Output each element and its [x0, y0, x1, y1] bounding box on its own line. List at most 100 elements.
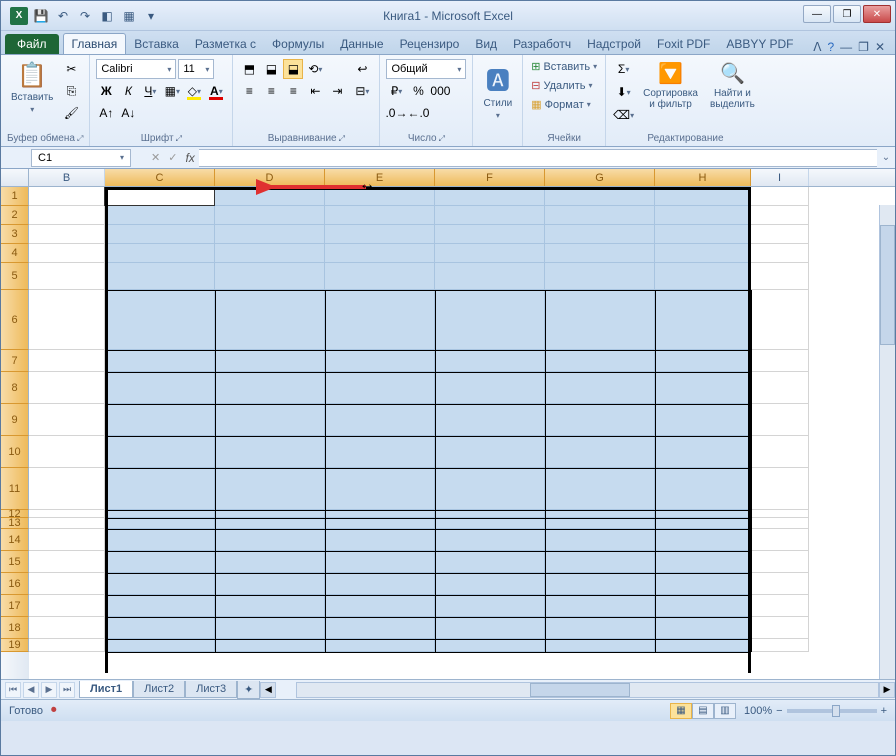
zoom-level[interactable]: 100%: [744, 705, 772, 717]
cell[interactable]: [105, 206, 215, 225]
align-center-icon[interactable]: ≡: [261, 81, 281, 101]
cell[interactable]: [325, 372, 435, 404]
horizontal-scrollbar[interactable]: [296, 682, 879, 698]
cell[interactable]: [435, 617, 545, 639]
cell[interactable]: [435, 404, 545, 436]
cell[interactable]: [325, 468, 435, 510]
cell[interactable]: [751, 468, 809, 510]
align-right-icon[interactable]: ≡: [283, 81, 303, 101]
cell[interactable]: [325, 404, 435, 436]
cell[interactable]: [655, 436, 751, 468]
cell[interactable]: [29, 518, 105, 529]
expand-formula-bar-icon[interactable]: ⌄: [877, 152, 895, 163]
cell[interactable]: [105, 244, 215, 263]
number-format-combo[interactable]: Общий▾: [386, 59, 466, 79]
merge-icon[interactable]: ⊟▾: [351, 81, 373, 101]
cell[interactable]: [29, 529, 105, 551]
cell[interactable]: [105, 187, 215, 206]
autosum-icon[interactable]: Σ▾: [612, 59, 635, 79]
cell[interactable]: [435, 187, 545, 206]
cell[interactable]: [325, 573, 435, 595]
fx-icon[interactable]: fx: [185, 151, 194, 165]
italic-button[interactable]: К: [118, 81, 138, 101]
cell[interactable]: [435, 263, 545, 290]
cell[interactable]: [215, 617, 325, 639]
row-header-18[interactable]: 18: [1, 617, 29, 639]
percent-icon[interactable]: %: [408, 81, 428, 101]
cell[interactable]: [435, 639, 545, 652]
cell[interactable]: [545, 529, 655, 551]
help-icon[interactable]: ?: [827, 40, 834, 54]
clear-icon[interactable]: ⌫▾: [612, 105, 635, 125]
cell[interactable]: [105, 436, 215, 468]
cell[interactable]: [655, 290, 751, 350]
cell[interactable]: [751, 595, 809, 617]
vertical-scrollbar[interactable]: [879, 205, 895, 679]
cell[interactable]: [29, 187, 105, 206]
cell[interactable]: [751, 404, 809, 436]
cell[interactable]: [29, 290, 105, 350]
cell[interactable]: [751, 639, 809, 652]
cell[interactable]: [435, 595, 545, 617]
grow-font-icon[interactable]: A↑: [96, 103, 116, 123]
styles-button[interactable]: 🅰 Стили ▾: [479, 59, 516, 122]
cell[interactable]: [325, 244, 435, 263]
cell[interactable]: [105, 617, 215, 639]
valign-mid-icon[interactable]: ⬓: [261, 59, 281, 79]
column-header-I[interactable]: I: [751, 169, 809, 186]
tab-formulas[interactable]: Формулы: [264, 34, 332, 54]
zoom-out-icon[interactable]: −: [776, 705, 782, 717]
cell[interactable]: [29, 573, 105, 595]
dec-decimal-icon[interactable]: ←.0: [408, 103, 428, 123]
cell[interactable]: [545, 244, 655, 263]
fill-color-button[interactable]: ◇▾: [184, 81, 204, 101]
cell[interactable]: [105, 551, 215, 573]
cell[interactable]: [545, 290, 655, 350]
cell[interactable]: [751, 510, 809, 518]
cell[interactable]: [325, 225, 435, 244]
sheet-next-icon[interactable]: ▶: [41, 682, 57, 698]
cell[interactable]: [435, 225, 545, 244]
cell[interactable]: [325, 595, 435, 617]
cell[interactable]: [751, 187, 809, 206]
cell[interactable]: [29, 551, 105, 573]
cell[interactable]: [215, 573, 325, 595]
cell[interactable]: [29, 372, 105, 404]
maximize-button[interactable]: ❐: [833, 5, 861, 23]
border-button[interactable]: ▦▾: [162, 81, 182, 101]
cell[interactable]: [215, 518, 325, 529]
cell[interactable]: [215, 372, 325, 404]
cell[interactable]: [215, 290, 325, 350]
tab-view[interactable]: Вид: [467, 34, 505, 54]
orientation-icon[interactable]: ⟲▾: [305, 59, 325, 79]
dialog-launcher-icon[interactable]: ⤢: [439, 134, 445, 144]
row-header-17[interactable]: 17: [1, 595, 29, 617]
cell[interactable]: [29, 436, 105, 468]
cell[interactable]: [105, 290, 215, 350]
cell[interactable]: [215, 187, 325, 206]
cell[interactable]: [545, 436, 655, 468]
cell[interactable]: [751, 573, 809, 595]
indent-inc-icon[interactable]: ⇥: [327, 81, 347, 101]
cell[interactable]: [29, 263, 105, 290]
row-header-5[interactable]: 5: [1, 263, 29, 290]
find-select-button[interactable]: 🔍 Найти и выделить: [706, 59, 759, 112]
tab-data[interactable]: Данные: [332, 34, 391, 54]
cell[interactable]: [215, 350, 325, 372]
cell[interactable]: [325, 206, 435, 225]
cell[interactable]: [105, 639, 215, 652]
indent-dec-icon[interactable]: ⇤: [305, 81, 325, 101]
cell[interactable]: [655, 639, 751, 652]
doc-minimize-icon[interactable]: —: [840, 40, 852, 54]
row-header-13[interactable]: 13: [1, 518, 29, 529]
cell[interactable]: [215, 206, 325, 225]
cell[interactable]: [325, 510, 435, 518]
cell[interactable]: [105, 529, 215, 551]
cell[interactable]: [545, 617, 655, 639]
column-header-D[interactable]: D: [215, 169, 325, 186]
cell[interactable]: [105, 372, 215, 404]
hscroll-left-icon[interactable]: ◀: [260, 682, 276, 698]
copy-icon[interactable]: ⎘: [61, 81, 81, 101]
row-header-6[interactable]: 6: [1, 290, 29, 350]
cell[interactable]: [655, 518, 751, 529]
